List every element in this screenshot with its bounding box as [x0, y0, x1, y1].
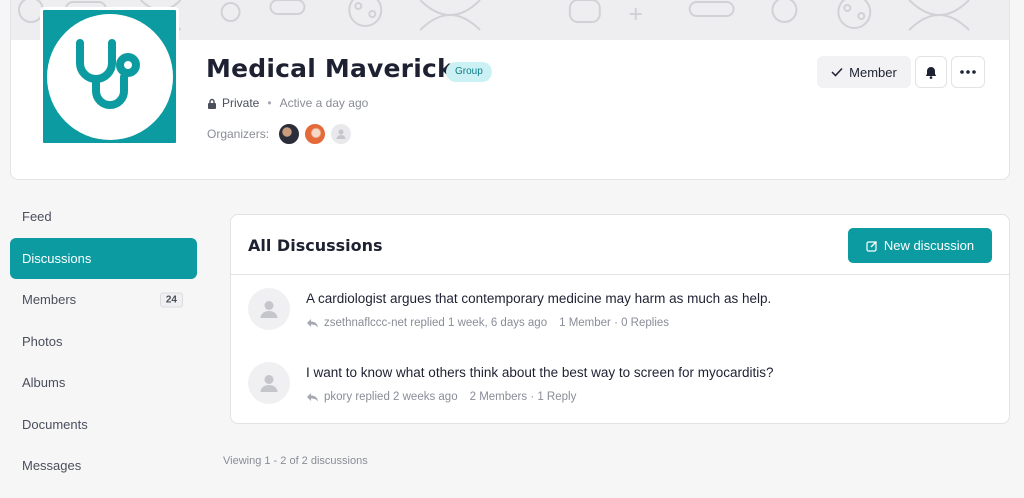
topic-meta: pkory replied 2 weeks ago 2 Members · 1 …: [306, 391, 576, 403]
topic-title[interactable]: A cardiologist argues that contemporary …: [306, 291, 771, 306]
pagination-count: Viewing 1 - 2 of 2 discussions: [223, 455, 368, 467]
privacy-label: Private: [222, 96, 260, 110]
separator-dot: •: [267, 96, 272, 110]
avatar[interactable]: [248, 288, 290, 330]
organizer-avatar[interactable]: [329, 122, 354, 146]
organizers: Organizers:: [207, 122, 354, 146]
group-title: Medical Mavericks: [206, 54, 469, 83]
check-icon: [831, 67, 843, 77]
members-count-badge: 24: [159, 292, 183, 308]
more-options-button[interactable]: [951, 56, 985, 88]
user-icon: [260, 301, 278, 318]
topic-stats: 2 Members · 1 Reply: [469, 391, 577, 403]
more-icon: [960, 70, 976, 74]
organizer-avatar[interactable]: [303, 122, 328, 146]
lock-icon: [208, 98, 216, 109]
bell-icon: [925, 66, 937, 79]
edit-icon: [866, 240, 877, 252]
notifications-button[interactable]: [915, 56, 947, 88]
discussions-header: All Discussions New discussion: [231, 215, 1009, 275]
discussions-panel: All Discussions New discussion A cardiol…: [230, 214, 1010, 424]
group-meta: Private • Active a day ago: [207, 96, 368, 110]
stethoscope-icon: [75, 38, 140, 109]
reply-icon: [307, 393, 318, 402]
nav-item-albums[interactable]: Albums: [10, 362, 197, 404]
new-discussion-button[interactable]: New discussion: [848, 228, 992, 263]
topic-stats: 1 Member · 0 Replies: [559, 317, 670, 329]
nav-item-members[interactable]: Members 24: [10, 279, 197, 321]
organizers-label: Organizers:: [207, 127, 270, 141]
reply-info: zsethnaflccc-net replied 1 week, 6 days …: [324, 317, 548, 329]
user-icon: [260, 375, 278, 392]
member-button[interactable]: Member: [817, 56, 911, 88]
organizer-avatar[interactable]: [277, 122, 302, 146]
nav-item-feed[interactable]: Feed: [10, 196, 197, 238]
avatar[interactable]: [248, 362, 290, 404]
group-avatar[interactable]: [40, 7, 179, 146]
nav-item-documents[interactable]: Documents: [10, 404, 197, 446]
topic-meta: zsethnaflccc-net replied 1 week, 6 days …: [306, 317, 669, 329]
reply-info: pkory replied 2 weeks ago: [324, 391, 458, 403]
group-header: Medical Mavericks Group Private • Active…: [10, 0, 1010, 180]
member-button-label: Member: [849, 64, 897, 80]
user-icon: [336, 129, 346, 139]
topic-title[interactable]: I want to know what others think about t…: [306, 365, 773, 380]
nav-item-messages[interactable]: Messages: [10, 445, 197, 487]
list-item[interactable]: I want to know what others think about t…: [248, 349, 988, 409]
group-nav: Feed Discussions Members 24 Photos Album…: [10, 196, 197, 487]
nav-item-discussions[interactable]: Discussions: [10, 237, 197, 279]
list-item[interactable]: A cardiologist argues that contemporary …: [248, 275, 988, 335]
new-discussion-label: New discussion: [883, 238, 975, 253]
group-type-badge: Group: [446, 62, 492, 82]
discussions-title: All Discussions: [248, 236, 383, 255]
activity-label: Active a day ago: [279, 96, 369, 110]
nav-item-photos[interactable]: Photos: [10, 321, 197, 363]
reply-icon: [307, 319, 318, 328]
